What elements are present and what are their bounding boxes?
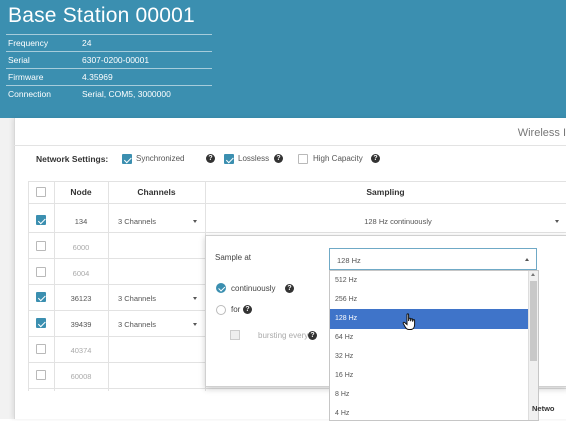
- panel-divider: [14, 145, 566, 146]
- dropdown-option[interactable]: 64 Hz: [330, 328, 528, 348]
- panel-title: Wireless I: [517, 127, 566, 139]
- station-title: Base Station 00001: [8, 4, 195, 27]
- bursting-label: bursting every: [258, 331, 309, 340]
- node-id: 134: [74, 217, 88, 226]
- info-value: 6307-0200-00001: [82, 55, 150, 65]
- base-station-header: Base Station 00001 Frequency 24 Serial 6…: [0, 0, 566, 118]
- option-label: 8 Hz: [335, 391, 350, 398]
- dropdown-option[interactable]: 8 Hz: [330, 385, 528, 405]
- channels-select[interactable]: 3 Channels: [118, 217, 156, 226]
- sample-rate-value: 128 Hz: [337, 256, 361, 265]
- row-checkbox[interactable]: [36, 344, 46, 354]
- option-label: 512 Hz: [335, 277, 358, 284]
- help-icon[interactable]: ?: [308, 331, 317, 340]
- table-border: [28, 232, 566, 233]
- row-checkbox[interactable]: [36, 318, 46, 328]
- high-capacity-label: High Capacity: [313, 154, 363, 163]
- scroll-up-icon[interactable]: [531, 273, 535, 276]
- row-checkbox[interactable]: [36, 241, 46, 251]
- channels-select[interactable]: 3 Channels: [118, 320, 156, 329]
- network-settings-label: Network Settings:: [36, 154, 109, 164]
- channels-select[interactable]: 3 Channels: [118, 294, 156, 303]
- station-info-table: Frequency 24 Serial 6307-0200-00001 Firm…: [6, 34, 212, 102]
- info-key: Firmware: [8, 72, 44, 82]
- info-row-frequency: Frequency 24: [6, 34, 212, 51]
- info-row-connection: Connection Serial, COM5, 3000000: [6, 85, 212, 102]
- help-icon[interactable]: ?: [371, 154, 380, 163]
- table-row[interactable]: 134 3 Channels 128 Hz continuously: [28, 210, 566, 232]
- lossless-label: Lossless: [238, 154, 270, 163]
- bursting-checkbox[interactable]: [230, 330, 240, 340]
- synchronized-label: Synchronized: [136, 154, 185, 163]
- node-id: 36123: [70, 294, 92, 303]
- continuously-radio[interactable]: [216, 283, 226, 293]
- dropdown-option[interactable]: 512 Hz: [330, 271, 528, 291]
- row-checkbox[interactable]: [36, 267, 46, 277]
- table-border: [28, 310, 205, 311]
- scrollbar-thumb[interactable]: [530, 281, 537, 361]
- chevron-down-icon[interactable]: [193, 323, 197, 326]
- dropdown-scrollbar[interactable]: [528, 271, 538, 420]
- help-icon[interactable]: ?: [206, 154, 215, 163]
- help-icon[interactable]: ?: [243, 305, 252, 314]
- dropdown-option[interactable]: 256 Hz: [330, 290, 528, 310]
- node-id: 6004: [72, 269, 90, 278]
- info-key: Serial: [8, 55, 30, 65]
- table-border: [28, 336, 205, 337]
- footer-partial-text: Netwo: [532, 404, 555, 413]
- node-id: 60008: [70, 372, 92, 381]
- option-label: 16 Hz: [335, 372, 354, 379]
- sample-rate-dropdown[interactable]: 512 Hz 256 Hz 128 Hz 64 Hz 32 Hz 16 Hz 8…: [329, 270, 539, 421]
- chevron-down-icon[interactable]: [193, 297, 197, 300]
- hand-cursor-icon: [402, 313, 416, 330]
- for-radio[interactable]: [216, 305, 226, 315]
- info-key: Frequency: [8, 38, 49, 48]
- page-background: [0, 118, 14, 419]
- table-border: [28, 284, 205, 285]
- channels-column-header[interactable]: Channels: [108, 181, 205, 203]
- option-label: 256 Hz: [335, 296, 358, 303]
- dropdown-option[interactable]: 4 Hz: [330, 404, 528, 420]
- help-icon[interactable]: ?: [274, 154, 283, 163]
- info-value: 24: [82, 38, 92, 48]
- node-column-header[interactable]: Node: [54, 181, 108, 203]
- info-value: Serial, COM5, 3000000: [82, 89, 171, 99]
- table-border: [28, 203, 566, 204]
- dropdown-option-highlighted[interactable]: 128 Hz: [330, 309, 528, 329]
- dropdown-option[interactable]: 32 Hz: [330, 347, 528, 367]
- row-checkbox[interactable]: [36, 370, 46, 380]
- row-checkbox[interactable]: [36, 215, 46, 225]
- chevron-down-icon[interactable]: [555, 220, 559, 223]
- info-row-firmware: Firmware 4.35969: [6, 68, 212, 85]
- table-border: [28, 362, 205, 363]
- node-id: 39439: [70, 320, 92, 329]
- sample-at-label: Sample at: [215, 253, 252, 262]
- info-key: Connection: [8, 89, 52, 99]
- dropdown-option[interactable]: 16 Hz: [330, 366, 528, 386]
- chevron-up-icon[interactable]: [525, 258, 529, 261]
- synchronized-checkbox[interactable]: [122, 154, 132, 164]
- help-icon[interactable]: ?: [285, 284, 294, 293]
- node-id: 40374: [70, 346, 92, 355]
- option-label: 32 Hz: [335, 353, 354, 360]
- chevron-down-icon[interactable]: [193, 220, 197, 223]
- for-label: for: [231, 305, 241, 314]
- table-border: [28, 258, 205, 259]
- sample-rate-select[interactable]: 128 Hz: [329, 248, 537, 270]
- select-all-checkbox[interactable]: [36, 187, 46, 197]
- option-label: 64 Hz: [335, 334, 354, 341]
- option-label: 4 Hz: [335, 410, 350, 417]
- option-label: 128 Hz: [335, 315, 358, 322]
- info-value: 4.35969: [82, 72, 113, 82]
- row-checkbox[interactable]: [36, 292, 46, 302]
- sampling-value[interactable]: 128 Hz continuously: [278, 217, 518, 226]
- lossless-checkbox[interactable]: [224, 154, 234, 164]
- sampling-column-header[interactable]: Sampling: [205, 181, 566, 203]
- info-row-serial: Serial 6307-0200-00001: [6, 51, 212, 68]
- continuously-label: continuously: [231, 284, 276, 293]
- high-capacity-checkbox[interactable]: [298, 154, 308, 164]
- node-id: 6000: [72, 243, 90, 252]
